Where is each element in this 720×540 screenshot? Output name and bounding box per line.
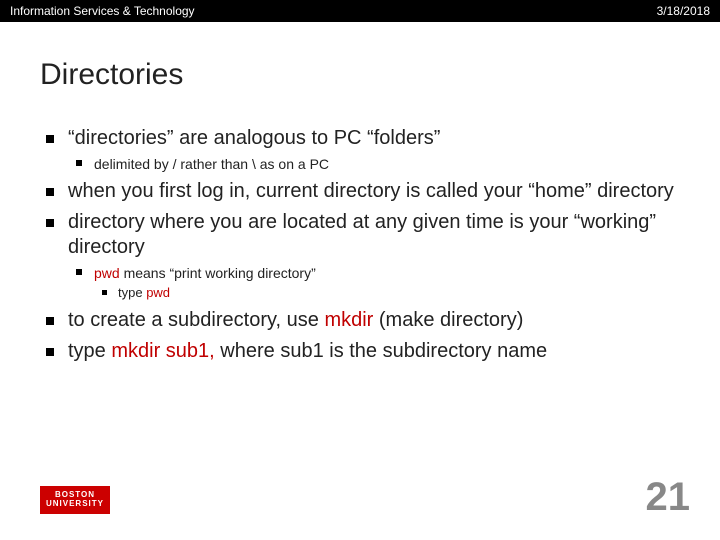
sub-bullet-item: delimited by / rather than \ as on a PC: [68, 155, 680, 173]
bullet-text: type: [118, 285, 146, 300]
header-left: Information Services & Technology: [10, 4, 195, 18]
bullet-list: “directories” are analogous to PC “folde…: [40, 126, 680, 364]
bullet-text: means “print working directory”: [120, 265, 316, 281]
command-text: pwd: [94, 265, 120, 281]
bullet-text: where sub1 is the subdirectory name: [215, 340, 547, 362]
slide-body: Directories “directories” are analogous …: [0, 22, 720, 540]
bullet-item: to create a subdirectory, use mkdir (mak…: [40, 308, 680, 333]
bullet-text: to create a subdirectory, use: [68, 309, 324, 331]
bullet-text: type: [68, 340, 111, 362]
bullet-text: (make directory): [373, 309, 523, 331]
bullet-text: delimited by / rather than \ as on a PC: [94, 156, 329, 172]
command-text: mkdir sub1,: [111, 340, 214, 362]
command-text: pwd: [146, 285, 170, 300]
sub-sub-bullet-item: type pwd: [94, 285, 680, 302]
bullet-text: “directories” are analogous to PC “folde…: [68, 127, 440, 149]
logo-line2: UNIVERSITY: [46, 500, 104, 509]
bullet-item: type mkdir sub1, where sub1 is the subdi…: [40, 339, 680, 364]
org-logo: BOSTON UNIVERSITY: [40, 486, 110, 514]
slide-title: Directories: [40, 58, 680, 92]
page-number: 21: [646, 475, 691, 520]
bullet-text: directory where you are located at any g…: [68, 211, 656, 258]
bullet-text: when you first log in, current directory…: [68, 180, 674, 202]
bullet-item: when you first log in, current directory…: [40, 179, 680, 204]
header-date: 3/18/2018: [657, 4, 710, 18]
command-text: mkdir: [324, 309, 373, 331]
sub-bullet-item: pwd means “print working directory” type…: [68, 264, 680, 302]
bullet-item: “directories” are analogous to PC “folde…: [40, 126, 680, 173]
top-bar: Information Services & Technology 3/18/2…: [0, 0, 720, 22]
bullet-item: directory where you are located at any g…: [40, 210, 680, 302]
